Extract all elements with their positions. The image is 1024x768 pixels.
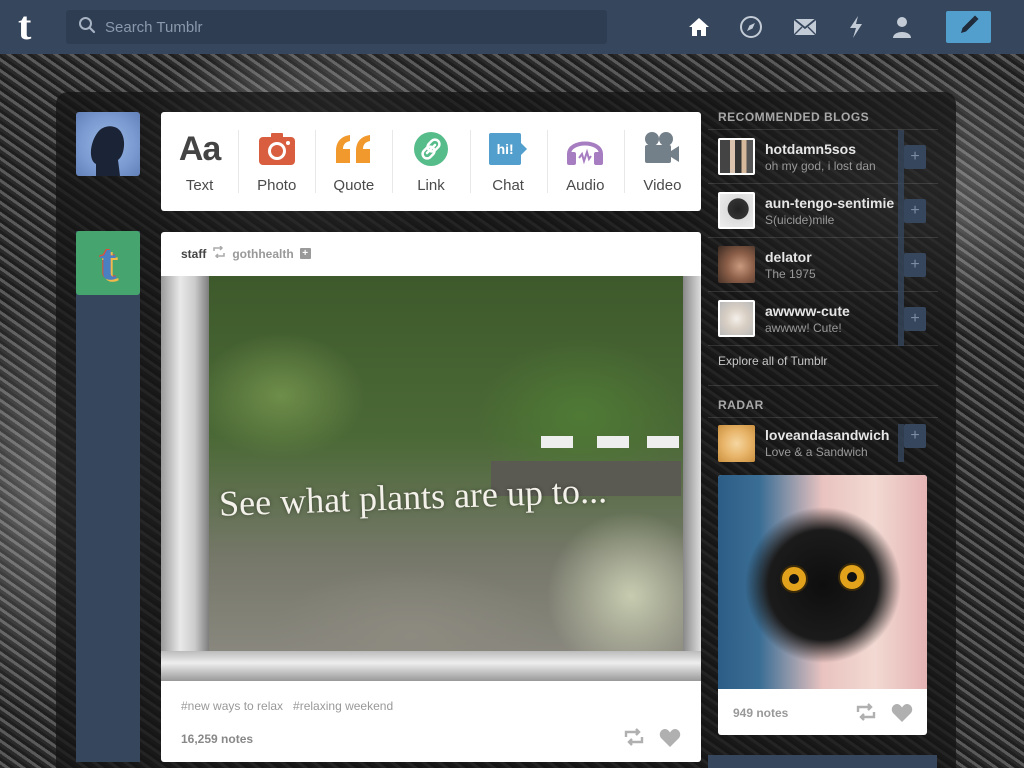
tag-link[interactable]: #relaxing weekend [293, 699, 393, 713]
radar-blog-item[interactable]: loveandasandwich Love & a Sandwich + [708, 418, 938, 468]
plant-label [541, 436, 573, 448]
blog-subtitle: S(uicide)mile [765, 212, 835, 227]
account-person-icon[interactable] [889, 14, 915, 40]
blog-name: loveandasandwich [765, 427, 890, 443]
post-type-quote[interactable]: Quote [315, 112, 392, 211]
post-type-text[interactable]: Aa Text [161, 112, 238, 211]
text-aa-icon: Aa [178, 129, 221, 168]
door-frame [161, 651, 701, 681]
top-navigation-bar: t [0, 0, 1024, 54]
post-actions [623, 728, 681, 753]
tag-link[interactable]: #new ways to relax [181, 699, 283, 713]
dashboard-post: staff gothhealth + See what plants are u… [161, 232, 701, 762]
follow-plus-icon[interactable]: + [904, 199, 926, 223]
photo-caption: See what plants are up to... [218, 470, 608, 524]
reblog-source-link[interactable]: gothhealth [232, 247, 293, 261]
sidebar-bottom-strip [708, 755, 937, 768]
post-notes[interactable]: 16,259 notes [181, 732, 253, 746]
reblog-icon[interactable] [623, 728, 645, 753]
chat-bubble-icon: hi! [489, 129, 528, 169]
recommended-blogs-title: RECOMMENDED BLOGS [708, 106, 938, 130]
inbox-envelope-icon[interactable] [792, 14, 818, 40]
blog-avatar [718, 424, 755, 462]
explore-all-link[interactable]: Explore all of Tumblr [708, 346, 938, 386]
video-camera-icon [643, 129, 681, 169]
blog-name: aun-tengo-sentimie [765, 194, 895, 211]
post-type-bar: Aa Text Photo Quote Link hi! Chat Audio … [161, 112, 701, 211]
quote-marks-icon [334, 129, 374, 169]
radar-photo[interactable] [718, 475, 927, 689]
link-chain-icon [413, 129, 449, 169]
search-box[interactable] [66, 10, 607, 44]
blog-avatar [718, 246, 755, 283]
search-input[interactable] [105, 18, 585, 36]
reblog-icon[interactable] [855, 703, 877, 728]
plant-label [597, 436, 629, 448]
cat-eye [780, 565, 808, 593]
post-tags: #new ways to relax #relaxing weekend [181, 699, 393, 713]
post-type-link[interactable]: Link [392, 112, 469, 211]
radar-post: 949 notes [718, 475, 927, 735]
blog-avatar [718, 192, 755, 229]
post-type-label: Audio [566, 177, 605, 194]
recommended-blog-item[interactable]: hotdamn5sos oh my god, i lost dan + [708, 130, 938, 184]
blog-subtitle: Love & a Sandwich [765, 445, 868, 459]
blog-subtitle: awwww! Cute! [765, 320, 842, 335]
like-heart-icon[interactable] [659, 728, 681, 753]
pencil-icon [958, 14, 980, 41]
camera-icon [258, 129, 296, 169]
post-author-link[interactable]: staff [181, 247, 206, 261]
reblog-arrow-icon [212, 245, 226, 261]
blog-subtitle: oh my god, i lost dan [765, 158, 876, 173]
blog-subtitle: The 1975 [765, 266, 816, 281]
user-avatar[interactable] [76, 112, 140, 176]
post-type-label: Link [417, 177, 445, 194]
recommended-blog-item[interactable]: delator The 1975 + [708, 238, 938, 292]
home-icon[interactable] [686, 14, 712, 40]
staff-avatar[interactable]: t [76, 231, 140, 295]
post-type-label: Video [643, 177, 682, 194]
like-heart-icon[interactable] [891, 703, 913, 728]
follow-plus-icon[interactable]: + [904, 307, 926, 331]
sidebar: RECOMMENDED BLOGS hotdamn5sos oh my god,… [708, 106, 938, 468]
radar-title: RADAR [708, 394, 938, 418]
post-author-column [76, 231, 140, 762]
post-header: staff gothhealth + [181, 245, 311, 261]
plant-label [647, 436, 679, 448]
post-type-label: Text [185, 177, 214, 194]
recommended-blog-item[interactable]: awwww-cute awwww! Cute! + [708, 292, 938, 346]
post-type-photo[interactable]: Photo [238, 112, 315, 211]
post-type-label: Quote [333, 177, 375, 194]
blog-name: delator [765, 248, 812, 265]
post-type-chat[interactable]: hi! Chat [469, 112, 547, 211]
compose-button[interactable] [946, 11, 991, 43]
post-type-label: Chat [492, 177, 524, 194]
tumblr-logo[interactable]: t [18, 6, 50, 46]
follow-plus-icon[interactable]: + [904, 253, 926, 277]
blog-name: awwww-cute [765, 302, 850, 319]
door-frame [683, 276, 701, 681]
radar-actions [855, 703, 913, 728]
activity-lightning-icon[interactable] [843, 14, 869, 40]
cat-eye [838, 563, 866, 591]
search-icon [78, 16, 96, 39]
explore-compass-icon[interactable] [738, 14, 764, 40]
recommended-blog-item[interactable]: aun-tengo-sentimie S(uicide)mile + [708, 184, 938, 238]
post-type-video[interactable]: Video [623, 112, 701, 211]
post-type-label: Photo [257, 177, 297, 194]
post-type-audio[interactable]: Audio [546, 112, 624, 211]
radar-notes[interactable]: 949 notes [733, 706, 788, 720]
blog-avatar [718, 300, 755, 337]
follow-plus-icon[interactable]: + [904, 424, 926, 448]
headphones-icon [565, 129, 605, 169]
blog-avatar [718, 138, 755, 175]
blog-name: hotdamn5sos [765, 140, 857, 157]
door-frame [161, 276, 209, 681]
follow-plus-icon[interactable]: + [299, 248, 311, 259]
follow-plus-icon[interactable]: + [904, 145, 926, 169]
post-photo[interactable]: See what plants are up to... [161, 276, 701, 681]
